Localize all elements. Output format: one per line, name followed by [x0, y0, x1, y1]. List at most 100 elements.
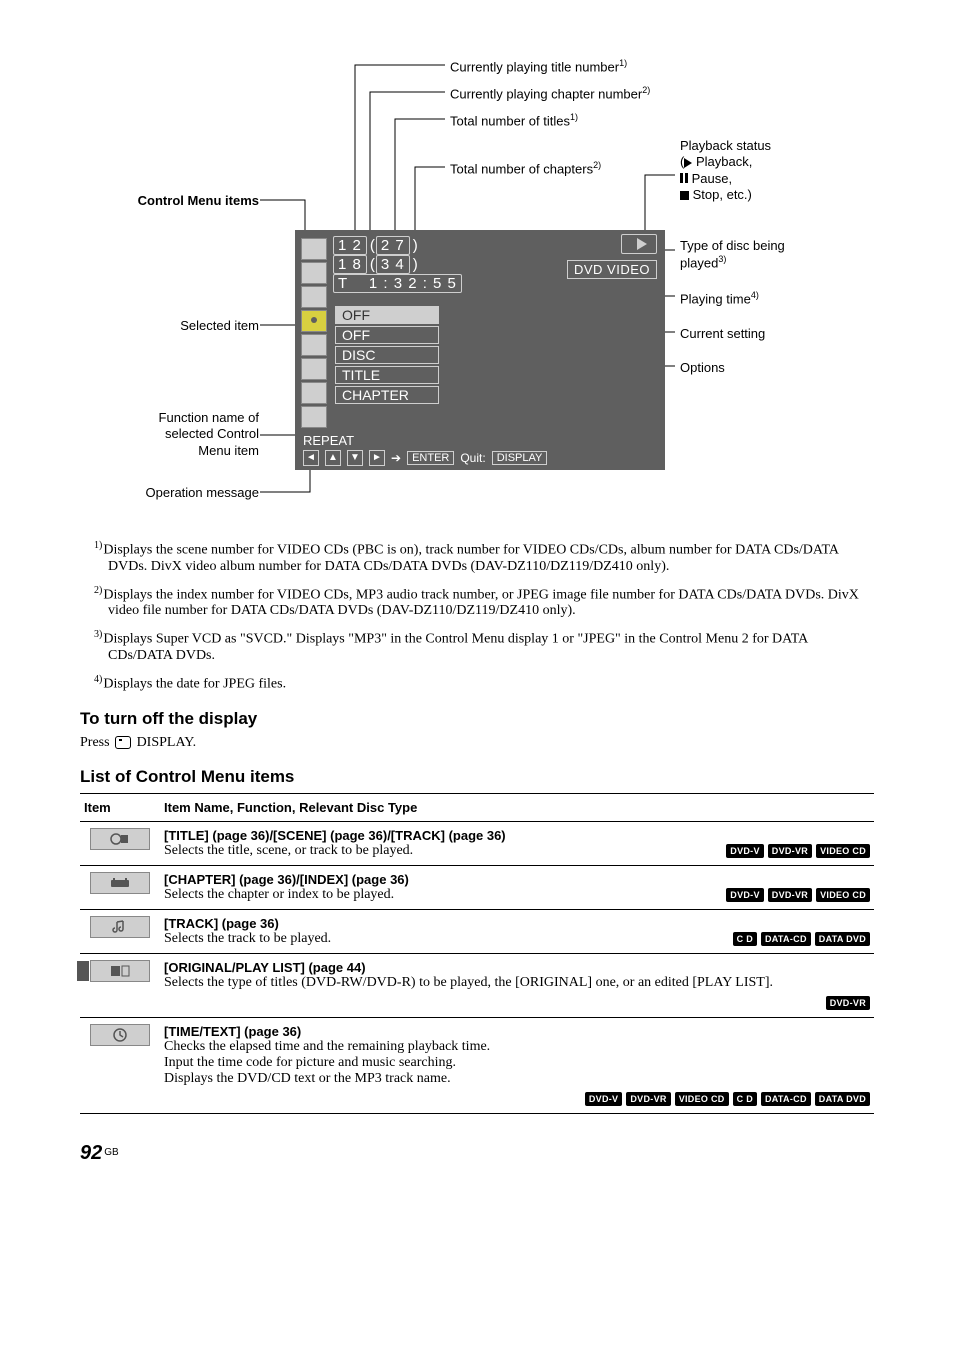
panel-disc-type: DVD VIDEO — [567, 260, 657, 279]
panel-icon — [301, 286, 327, 308]
label-title-number: Currently playing title number1) — [450, 58, 627, 76]
disc-type-badge: VIDEO CD — [675, 1092, 729, 1106]
item-badges: DVD-V DVD-VR VIDEO CD — [722, 887, 870, 903]
play-icon — [684, 158, 692, 168]
page-suffix: GB — [104, 1147, 118, 1158]
stop-icon — [680, 191, 689, 200]
disc-type-badge: C D — [733, 1092, 757, 1106]
panel-icon-selected — [301, 310, 327, 332]
table-row: [TRACK] (page 36)Selects the track to be… — [80, 909, 874, 953]
disc-type-badge: DATA DVD — [815, 932, 870, 946]
panel-icon — [301, 334, 327, 356]
table-row: [ORIGINAL/PLAY LIST] (page 44)Selects th… — [80, 953, 874, 1017]
table-header-item: Item — [80, 793, 160, 821]
display-button-label: DISPLAY — [492, 451, 548, 465]
panel-options: OFF OFF DISC TITLE CHAPTER — [335, 306, 439, 406]
play-icon — [637, 238, 647, 250]
table-header-name: Item Name, Function, Relevant Disc Type — [160, 793, 874, 821]
panel-icon — [301, 238, 327, 260]
item-icon-cell — [80, 953, 160, 1017]
disc-type-badge: DATA-CD — [761, 932, 811, 946]
arrow-icon: ➔ — [391, 451, 401, 465]
heading-list: List of Control Menu items — [80, 767, 874, 787]
label-chapter-number: Currently playing chapter number2) — [450, 85, 650, 103]
item-icon-cell — [80, 865, 160, 909]
item-description: Selects the chapter or index to be playe… — [164, 887, 710, 903]
panel-option: CHAPTER — [335, 386, 439, 404]
item-desc-cell: [ORIGINAL/PLAY LIST] (page 44)Selects th… — [160, 953, 874, 1017]
disc-type-badge: DVD-VR — [768, 844, 812, 858]
item-desc-cell: [TRACK] (page 36)Selects the track to be… — [160, 909, 874, 953]
label-current-setting: Current setting — [680, 326, 765, 342]
footnote-1: 1)Displays the scene number for VIDEO CD… — [108, 540, 874, 575]
item-description: Input the time code for picture and musi… — [164, 1055, 870, 1071]
panel-counters: 1 2(2 7) 1 8(3 4) T 1 : 3 2 : 5 5 — [333, 236, 465, 293]
label-operation-message: Operation message — [146, 485, 259, 501]
disc-type-badge: DVD-V — [726, 844, 764, 858]
page-number: 92 — [80, 1142, 102, 1164]
control-menu-diagram: Currently playing title number1) Current… — [80, 40, 874, 520]
label-playing-time: Playing time4) — [680, 290, 759, 308]
item-badges: C DDATA-CDDATA DVD — [729, 931, 870, 947]
disc-type-badge: VIDEO CD — [816, 844, 870, 858]
menu-item-icon — [90, 916, 150, 938]
panel-function-name: REPEAT — [303, 433, 354, 448]
item-description: Selects the track to be played. — [164, 931, 717, 947]
label-playback-status: Playback status ( Playback, Pause, Stop,… — [680, 138, 771, 203]
disc-type-badge: DVD-VR — [768, 888, 812, 902]
table-row: [TIME/TEXT] (page 36)Checks the elapsed … — [80, 1017, 874, 1113]
menu-item-icon — [90, 828, 150, 850]
label-options: Options — [680, 360, 725, 376]
arrow-down-icon: ▼ — [347, 450, 363, 466]
label-control-menu-items: Control Menu items — [138, 193, 259, 209]
table-row: [CHAPTER] (page 36)/[INDEX] (page 36)Sel… — [80, 865, 874, 909]
item-icon-cell — [80, 1017, 160, 1113]
item-desc-cell: [TITLE] (page 36)/[SCENE] (page 36)/[TRA… — [160, 821, 874, 865]
panel-icon — [301, 406, 327, 428]
menu-item-icon — [90, 872, 150, 894]
heading-turn-off: To turn off the display — [80, 709, 874, 729]
disc-type-badge: DATA DVD — [815, 1092, 870, 1106]
pause-icon — [680, 171, 688, 187]
item-title: [CHAPTER] (page 36)/[INDEX] (page 36) — [164, 872, 710, 887]
panel-option: OFF — [335, 326, 439, 344]
panel-icon — [301, 382, 327, 404]
label-total-chapters: Total number of chapters2) — [450, 160, 601, 178]
control-menu-panel: 1 2(2 7) 1 8(3 4) T 1 : 3 2 : 5 5 DVD VI… — [295, 230, 665, 470]
press-display-text: Press DISPLAY. — [80, 735, 874, 751]
item-icon-cell — [80, 909, 160, 953]
disc-type-badge: VIDEO CD — [816, 888, 870, 902]
display-button-icon — [115, 736, 131, 749]
item-description: Selects the title, scene, or track to be… — [164, 843, 710, 859]
item-badges: DVD-VDVD-VRVIDEO CDC DDATA-CDDATA DVD — [164, 1091, 870, 1107]
table-row: [TITLE] (page 36)/[SCENE] (page 36)/[TRA… — [80, 821, 874, 865]
footnote-4: 4)Displays the date for JPEG files. — [108, 674, 874, 693]
panel-option: DISC — [335, 346, 439, 364]
panel-icon-column — [301, 238, 327, 430]
item-title: [ORIGINAL/PLAY LIST] (page 44) — [164, 960, 870, 975]
item-title: [TITLE] (page 36)/[SCENE] (page 36)/[TRA… — [164, 828, 710, 843]
item-badges: DVD-VR — [164, 995, 870, 1011]
label-selected-item: Selected item — [180, 318, 259, 334]
footnote-2: 2)Displays the index number for VIDEO CD… — [108, 585, 874, 620]
item-title: [TIME/TEXT] (page 36) — [164, 1024, 870, 1039]
disc-type-badge: DVD-V — [585, 1092, 623, 1106]
arrow-left-icon: ◄ — [303, 450, 319, 466]
arrow-up-icon: ▲ — [325, 450, 341, 466]
menu-item-icon — [90, 1024, 150, 1046]
enter-button-label: ENTER — [407, 451, 454, 465]
panel-icon — [301, 262, 327, 284]
footnote-3: 3)Displays Super VCD as "SVCD." Displays… — [108, 629, 874, 664]
item-description: Displays the DVD/CD text or the MP3 trac… — [164, 1071, 870, 1087]
disc-type-badge: DVD-VR — [826, 996, 870, 1010]
page-footer: 92GB — [80, 1142, 874, 1165]
panel-icon — [301, 358, 327, 380]
disc-type-badge: DVD-V — [726, 888, 764, 902]
item-icon-cell — [80, 821, 160, 865]
panel-option: TITLE — [335, 366, 439, 384]
panel-option-selected: OFF — [335, 306, 439, 324]
disc-type-badge: DATA-CD — [761, 1092, 811, 1106]
item-description: Selects the type of titles (DVD-RW/DVD-R… — [164, 975, 870, 991]
label-disc-type: Type of disc being played3) — [680, 238, 820, 272]
item-description: Checks the elapsed time and the remainin… — [164, 1039, 870, 1055]
